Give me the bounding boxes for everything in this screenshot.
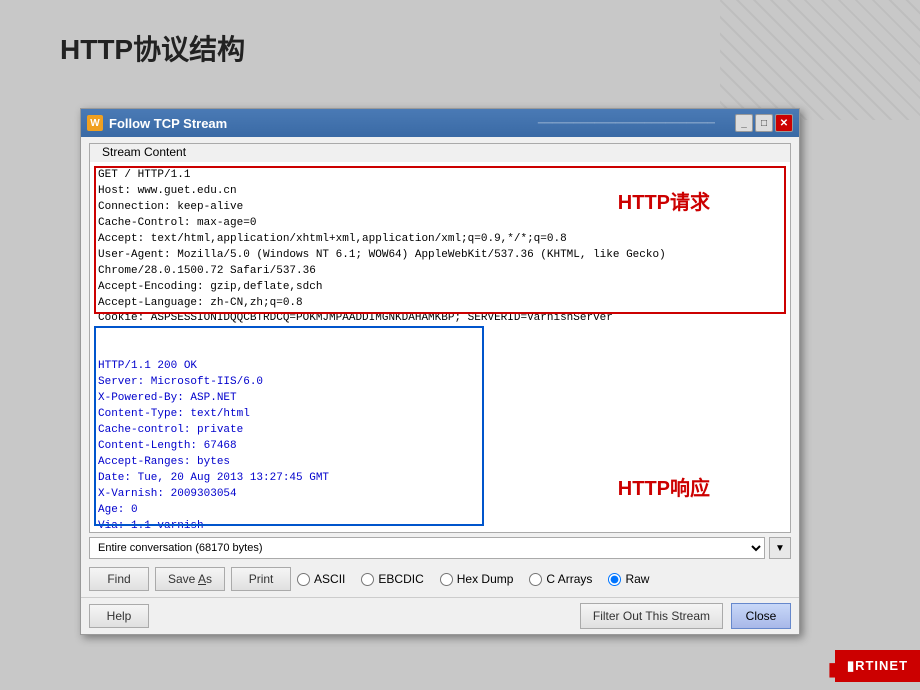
hexdump-radio[interactable] — [440, 573, 453, 586]
page-title: HTTP协议结构 — [60, 28, 245, 68]
ebcdic-radio[interactable] — [361, 573, 374, 586]
titlebar-icon: W — [87, 115, 103, 131]
group-label: Stream Content — [98, 145, 190, 159]
radio-carrays[interactable]: C Arrays — [529, 572, 592, 586]
ascii-radio[interactable] — [297, 573, 310, 586]
titlebar: W Follow TCP Stream ────────────────────… — [81, 109, 799, 137]
titlebar-title: Follow TCP Stream — [109, 116, 538, 131]
filter-out-button[interactable]: Filter Out This Stream — [580, 603, 723, 629]
hexdump-label: Hex Dump — [457, 572, 514, 586]
close-icon-button[interactable]: ✕ — [775, 114, 793, 132]
close-dialog-button[interactable]: Close — [731, 603, 791, 629]
encoding-radio-group: ASCII EBCDIC Hex Dump C Arrays Raw — [297, 572, 791, 586]
maximize-button[interactable]: □ — [755, 114, 773, 132]
stream-content-group: Stream Content HTTP请求 HTTP响应 GET / HTTP/… — [89, 143, 791, 533]
tcp-stream-dialog: W Follow TCP Stream ────────────────────… — [80, 108, 800, 635]
carrays-radio[interactable] — [529, 573, 542, 586]
help-button[interactable]: Help — [89, 604, 149, 628]
fortinet-banner: ▮RTINET — [835, 650, 920, 682]
conversation-row: Entire conversation (68170 bytes) ▼ — [81, 533, 799, 563]
titlebar-controls: _ □ ✕ — [735, 114, 793, 132]
minimize-button[interactable]: _ — [735, 114, 753, 132]
radio-ascii[interactable]: ASCII — [297, 572, 345, 586]
stream-text-content: GET / HTTP/1.1 Host: www.guet.edu.cn Con… — [90, 162, 790, 532]
ebcdic-label: EBCDIC — [378, 572, 423, 586]
radio-ebcdic[interactable]: EBCDIC — [361, 572, 423, 586]
save-as-button[interactable]: Save As — [155, 567, 225, 591]
titlebar-extra: ───────────────────────── — [538, 118, 715, 129]
print-button[interactable]: Print — [231, 567, 291, 591]
raw-label: Raw — [625, 572, 649, 586]
bottom-button-row: Help Filter Out This Stream Close — [81, 597, 799, 634]
radio-hexdump[interactable]: Hex Dump — [440, 572, 514, 586]
radio-raw[interactable]: Raw — [608, 572, 649, 586]
button-row-1: Find Save As Print ASCII EBCDIC Hex Dump… — [81, 563, 799, 595]
ascii-label: ASCII — [314, 572, 345, 586]
carrays-label: C Arrays — [546, 572, 592, 586]
raw-radio[interactable] — [608, 573, 621, 586]
conversation-dropdown-arrow[interactable]: ▼ — [769, 537, 791, 559]
stream-content-area[interactable]: HTTP请求 HTTP响应 GET / HTTP/1.1 Host: www.g… — [90, 162, 790, 532]
find-button[interactable]: Find — [89, 567, 149, 591]
fortinet-text: ▮RTINET — [847, 658, 908, 674]
save-as-label: Save As — [168, 572, 212, 586]
conversation-dropdown[interactable]: Entire conversation (68170 bytes) — [89, 537, 765, 559]
